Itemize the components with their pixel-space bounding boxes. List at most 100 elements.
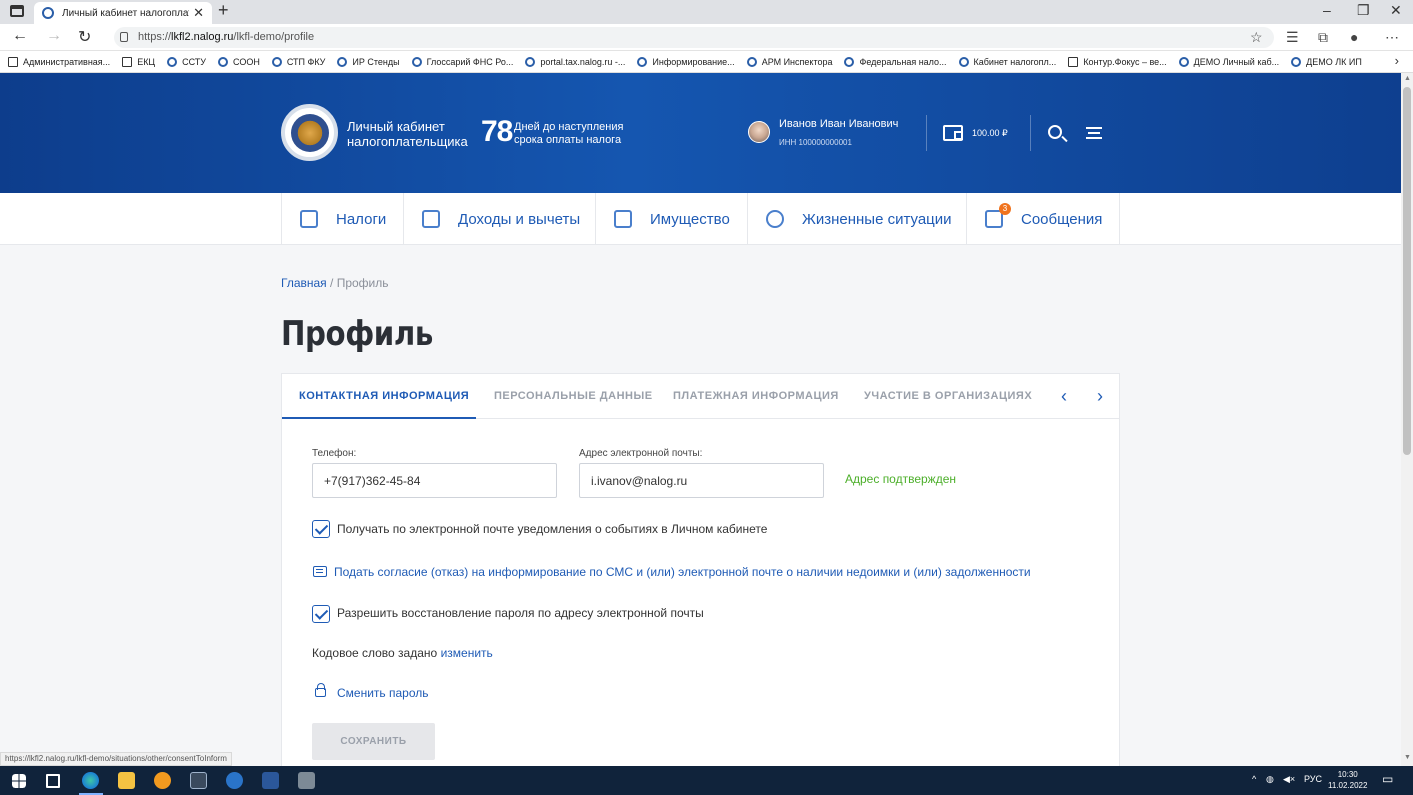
- more-menu-icon[interactable]: ⋯: [1385, 29, 1399, 46]
- bookmark[interactable]: Информирование...: [637, 56, 735, 67]
- bookmark-label: ИР Стенды: [352, 56, 400, 67]
- bookmark-icon: [1291, 56, 1302, 67]
- scrollbar-thumb[interactable]: [1403, 87, 1411, 455]
- search-icon[interactable]: [1048, 125, 1062, 139]
- user-inn: ИНН 100000000001: [779, 138, 852, 147]
- breadcrumb: Главная / Профиль: [281, 276, 389, 290]
- new-tab-icon[interactable]: +: [218, 0, 229, 21]
- nav-item-label: Имущество: [650, 210, 730, 228]
- email-field[interactable]: [579, 463, 824, 498]
- nav-item-taxes[interactable]: Налоги: [281, 193, 404, 245]
- file-explorer-icon[interactable]: [118, 772, 135, 789]
- bookmark[interactable]: ИР Стенды: [337, 56, 400, 67]
- profile-icon[interactable]: ●: [1350, 29, 1358, 45]
- bookmark-label: ДЕМО ЛК ИП: [1306, 56, 1362, 67]
- bookmark-icon: [218, 56, 229, 67]
- app-icon[interactable]: [154, 772, 171, 789]
- taskbar-clock[interactable]: 10:30 11.02.2022: [1328, 769, 1367, 791]
- lock-icon: [315, 683, 326, 697]
- tab-contact-info[interactable]: КОНТАКТНАЯ ИНФОРМАЦИЯ: [282, 374, 476, 419]
- tabs-prev-icon[interactable]: ‹: [1061, 386, 1067, 407]
- bookmark[interactable]: Административная...: [8, 56, 110, 67]
- url-prefix: https://: [138, 31, 172, 43]
- app-icon[interactable]: [298, 772, 315, 789]
- life-situations-icon: [766, 210, 784, 228]
- close-window-icon[interactable]: ✕: [1390, 2, 1402, 19]
- bookmark[interactable]: Глоссарий ФНС Ро...: [411, 56, 514, 67]
- minimize-icon[interactable]: –: [1323, 2, 1331, 18]
- notify-checkbox-label[interactable]: Получать по электронной почте уведомлени…: [337, 522, 767, 536]
- bookmark[interactable]: ССТУ: [167, 56, 206, 67]
- hamburger-menu-icon[interactable]: [1086, 127, 1102, 139]
- bookmark[interactable]: Кабинет налогопл...: [958, 56, 1056, 67]
- close-tab-icon[interactable]: ✕: [193, 5, 204, 21]
- restore-password-checkbox-label[interactable]: Разрешить восстановление пароля по адрес…: [337, 606, 704, 620]
- forward-icon[interactable]: →: [46, 27, 62, 45]
- wallet-icon[interactable]: [943, 125, 963, 141]
- bookmark[interactable]: ЕКЦ: [122, 56, 155, 67]
- nav-item-life-situations[interactable]: Жизненные ситуации: [748, 193, 967, 245]
- favorites-list-icon[interactable]: ☰: [1286, 29, 1299, 46]
- bookmark[interactable]: Федеральная нало...: [844, 56, 947, 67]
- bookmark[interactable]: АРМ Инспектора: [746, 56, 832, 67]
- task-view-icon[interactable]: [46, 774, 60, 788]
- save-button[interactable]: СОХРАНИТЬ: [312, 723, 435, 760]
- volume-icon[interactable]: ◀×: [1283, 774, 1295, 785]
- consent-link[interactable]: Подать согласие (отказ) на информировани…: [334, 565, 1031, 579]
- tray-chevron-icon[interactable]: ^: [1252, 774, 1256, 784]
- back-icon[interactable]: ←: [12, 27, 28, 45]
- tab-organizations[interactable]: УЧАСТИЕ В ОРГАНИЗАЦИЯХ: [864, 374, 1032, 419]
- restore-password-checkbox[interactable]: [312, 605, 330, 623]
- page-scrollbar[interactable]: ▲ ▼: [1401, 73, 1413, 766]
- windows-start-icon[interactable]: [12, 774, 26, 788]
- header-divider: [1030, 115, 1031, 151]
- bookmark-label: Глоссарий ФНС Ро...: [426, 56, 514, 67]
- bookmark[interactable]: СООН: [218, 56, 260, 67]
- phone-field[interactable]: [312, 463, 557, 498]
- tab-actions-icon[interactable]: [10, 5, 24, 17]
- restore-icon[interactable]: ❐: [1357, 2, 1370, 19]
- breadcrumb-home-link[interactable]: Главная: [281, 276, 327, 290]
- word-icon[interactable]: [262, 772, 279, 789]
- bookmark[interactable]: ДЕМО Личный каб...: [1178, 56, 1279, 67]
- bookmark[interactable]: portal.tax.nalog.ru -...: [525, 56, 625, 67]
- emblem-inner: [290, 113, 329, 152]
- edge-browser-icon[interactable]: [82, 772, 99, 789]
- bookmark-icon: [637, 56, 648, 67]
- app-icon[interactable]: [190, 772, 207, 789]
- scroll-up-icon[interactable]: ▲: [1404, 75, 1411, 82]
- language-indicator[interactable]: РУС: [1304, 774, 1322, 784]
- app-icon[interactable]: [226, 772, 243, 789]
- browser-tab[interactable]: Личный кабинет налогоплательщика ✕: [34, 2, 212, 24]
- nav-item-label: Налоги: [336, 210, 387, 228]
- avatar[interactable]: [748, 121, 770, 143]
- tab-personal-data[interactable]: ПЕРСОНАЛЬНЫЕ ДАННЫЕ: [494, 374, 653, 419]
- tabs-next-icon[interactable]: ›: [1097, 386, 1103, 407]
- reload-icon[interactable]: ↻: [78, 27, 91, 47]
- favorite-star-icon[interactable]: ☆: [1250, 29, 1263, 46]
- scroll-down-icon[interactable]: ▼: [1404, 754, 1411, 761]
- collections-icon[interactable]: ⧉: [1318, 29, 1328, 46]
- page-title: Профиль: [281, 314, 433, 354]
- site-brand[interactable]: Личный кабинет налогоплательщика: [347, 119, 468, 149]
- nav-item-property[interactable]: Имущество: [596, 193, 748, 245]
- nav-item-messages[interactable]: 3 Сообщения: [967, 193, 1120, 245]
- bookmark-icon: [8, 56, 18, 67]
- fns-emblem-logo[interactable]: [281, 104, 338, 161]
- tab-payment-info[interactable]: ПЛАТЕЖНАЯ ИНФОРМАЦИЯ: [673, 374, 839, 419]
- network-icon[interactable]: ◍: [1266, 774, 1274, 785]
- page-viewport: Личный кабинет налогоплательщика 78 Дней…: [0, 73, 1401, 766]
- bookmarks-more-icon[interactable]: ›: [1395, 53, 1399, 68]
- bookmark[interactable]: Контур.Фокус – ве...: [1068, 56, 1167, 67]
- notifications-icon[interactable]: ▭: [1382, 772, 1393, 786]
- phone-label: Телефон:: [312, 448, 357, 459]
- notify-checkbox[interactable]: [312, 520, 330, 538]
- url-field[interactable]: https://lkfl2.nalog.ru/lkfl-demo/profile: [114, 27, 1274, 48]
- change-password-link[interactable]: Сменить пароль: [337, 686, 429, 700]
- user-name[interactable]: Иванов Иван Иванович: [779, 118, 898, 130]
- balance-amount[interactable]: 100.00 ₽: [972, 128, 1008, 139]
- nav-item-income[interactable]: Доходы и вычеты: [404, 193, 596, 245]
- bookmark[interactable]: СТП ФКУ: [271, 56, 325, 67]
- bookmark[interactable]: ДЕМО ЛК ИП: [1291, 56, 1362, 67]
- codeword-change-link[interactable]: изменить: [441, 646, 493, 660]
